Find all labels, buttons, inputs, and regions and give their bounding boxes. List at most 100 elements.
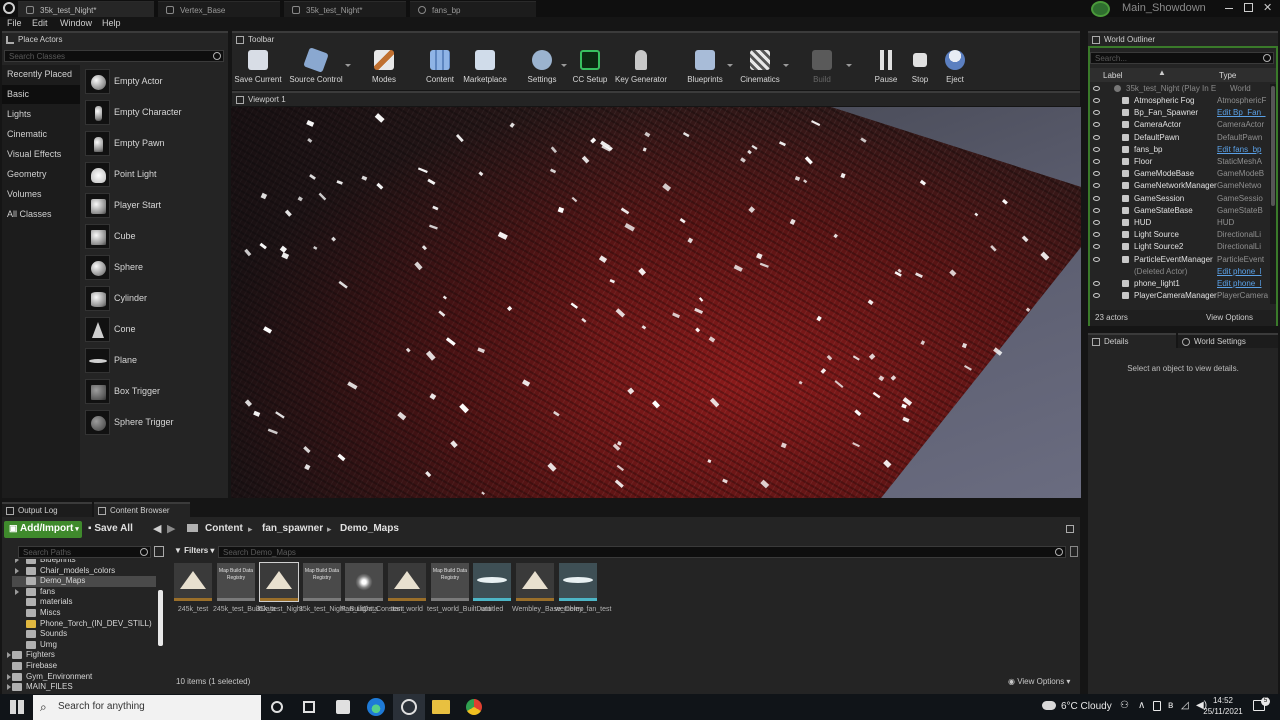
- path-tree-item[interactable]: Umg: [12, 640, 156, 651]
- outliner-row-edit-link[interactable]: Edit fans_bp: [1217, 145, 1269, 154]
- settings-button[interactable]: Settings: [524, 48, 560, 86]
- actor-cube[interactable]: Cube: [84, 222, 229, 251]
- tab-viewport[interactable]: Viewport 1: [232, 91, 1080, 106]
- pause-button[interactable]: Pause: [868, 48, 904, 86]
- eye-icon[interactable]: [1093, 195, 1100, 201]
- menu-file[interactable]: File: [7, 18, 22, 28]
- outliner-row[interactable]: Floor StaticMeshA: [1090, 156, 1274, 168]
- modes-button[interactable]: Modes: [364, 48, 404, 86]
- outliner-row-edit-link[interactable]: Edit phone_l: [1217, 279, 1269, 288]
- blueprints-button[interactable]: Blueprints: [684, 48, 726, 86]
- chrome-icon[interactable]: [466, 699, 482, 715]
- path-tree-item[interactable]: MAIN_FILES: [4, 682, 156, 691]
- outliner-view-options[interactable]: View Options: [1206, 313, 1253, 322]
- outliner-row[interactable]: Light Source2 DirectionalLi: [1090, 241, 1274, 253]
- path-tree-item[interactable]: Miscs: [12, 608, 156, 619]
- build-dropdown[interactable]: [846, 64, 852, 67]
- task-view-icon[interactable]: [303, 701, 315, 713]
- eye-icon[interactable]: [1093, 110, 1100, 116]
- doc-tab-vertex-base[interactable]: Vertex_Base: [158, 1, 280, 17]
- edge-icon[interactable]: [367, 698, 385, 716]
- back-arrow-icon[interactable]: ◀: [153, 522, 161, 535]
- tab-details[interactable]: Details: [1088, 333, 1176, 348]
- category-geometry[interactable]: Geometry: [2, 165, 80, 184]
- eye-icon[interactable]: [1093, 86, 1100, 91]
- outliner-row-edit-link[interactable]: Edit phone_l: [1217, 267, 1269, 276]
- stop-button[interactable]: Stop: [902, 48, 938, 86]
- doc-tab-fans-bp[interactable]: fans_bp: [410, 1, 536, 17]
- content-button[interactable]: Content: [420, 48, 460, 86]
- outliner-search-input[interactable]: Search...: [1090, 52, 1274, 64]
- actor-player-start[interactable]: Player Start: [84, 191, 229, 220]
- network-icon[interactable]: ◿: [1181, 700, 1189, 711]
- expand-arrow-icon[interactable]: [7, 673, 11, 680]
- marketplace-button[interactable]: Marketplace: [462, 48, 508, 86]
- path-tree-item[interactable]: fans: [12, 587, 156, 598]
- filters-button[interactable]: ▼ Filters ▾: [174, 546, 214, 555]
- actor-cone[interactable]: Cone: [84, 315, 229, 344]
- eye-icon[interactable]: [1093, 122, 1100, 128]
- actor-empty-character[interactable]: Empty Character: [84, 98, 229, 127]
- outliner-row[interactable]: HUD HUD: [1090, 217, 1274, 229]
- outliner-row[interactable]: PlayerCameraManager PlayerCamera: [1090, 290, 1274, 302]
- minimize-button[interactable]: [1225, 8, 1233, 9]
- path-tree-item[interactable]: Demo_Maps: [12, 576, 156, 588]
- eject-button[interactable]: Eject: [937, 48, 973, 86]
- expand-arrow-icon[interactable]: [7, 684, 11, 691]
- tab-place-actors[interactable]: Place Actors: [2, 31, 228, 46]
- eye-icon[interactable]: [1093, 171, 1100, 177]
- assets-scrollbar[interactable]: [1070, 546, 1078, 557]
- actor-empty-pawn[interactable]: Empty Pawn: [84, 129, 229, 158]
- tray-sync-icon[interactable]: [1153, 701, 1161, 711]
- outliner-row[interactable]: ParticleEventManager ParticleEvent: [1090, 254, 1274, 266]
- eye-icon[interactable]: [1093, 98, 1100, 103]
- actor-empty-actor[interactable]: Empty Actor: [84, 67, 229, 96]
- outliner-row[interactable]: Atmospheric Fog AtmosphericF: [1090, 95, 1274, 107]
- outliner-row[interactable]: phone_light1 Edit phone_l: [1090, 278, 1274, 290]
- outliner-row[interactable]: Light Source DirectionalLi: [1090, 229, 1274, 241]
- source-control-dropdown[interactable]: [345, 64, 351, 67]
- source-control-button[interactable]: Source Control: [286, 47, 346, 86]
- category-lights[interactable]: Lights: [2, 105, 80, 124]
- expand-arrow-icon[interactable]: [15, 567, 19, 574]
- category-volumes[interactable]: Volumes: [2, 185, 80, 204]
- path-tree-item[interactable]: Fighters: [4, 650, 156, 661]
- tree-scrollbar[interactable]: [158, 590, 163, 646]
- actor-point-light[interactable]: Point Light: [84, 160, 229, 189]
- col-label[interactable]: Label: [1103, 71, 1123, 80]
- path-tree-item[interactable]: Chair_models_colors: [12, 566, 156, 577]
- unreal-taskbar-button[interactable]: [393, 694, 425, 720]
- clock-time[interactable]: 14:52: [1203, 696, 1243, 705]
- path-tree-item[interactable]: materials: [12, 597, 156, 608]
- tray-up-icon[interactable]: ∧: [1138, 700, 1145, 711]
- actor-box-trigger[interactable]: Box Trigger: [84, 377, 229, 406]
- col-type[interactable]: Type: [1219, 71, 1236, 80]
- key-generator-button[interactable]: Key Generator: [614, 48, 668, 86]
- eye-icon[interactable]: [1093, 207, 1100, 213]
- lock-icon[interactable]: [1066, 525, 1074, 533]
- doc-tab-35k-test-night[interactable]: 35k_test_Night*: [18, 1, 154, 17]
- taskbar-search-box[interactable]: ⌕ Search for anything: [33, 695, 261, 720]
- tab-content-browser[interactable]: Content Browser: [94, 502, 190, 517]
- doc-tab-35k-test-night-2[interactable]: 35k_test_Night*: [284, 1, 406, 17]
- tab-toolbar[interactable]: Toolbar: [232, 31, 1080, 46]
- path-tree-item[interactable]: Sounds: [12, 629, 156, 640]
- expand-arrow-icon[interactable]: [15, 588, 19, 595]
- file-explorer-icon[interactable]: [432, 700, 450, 714]
- expand-arrow-icon[interactable]: [15, 559, 19, 563]
- cinematics-button[interactable]: Cinematics: [738, 48, 782, 86]
- settings-dropdown[interactable]: [561, 64, 567, 67]
- search-paths-input[interactable]: Search Paths: [18, 546, 151, 558]
- eye-icon[interactable]: [1093, 220, 1100, 225]
- save-current-button[interactable]: Save Current: [232, 48, 284, 86]
- eye-icon[interactable]: [1093, 244, 1100, 250]
- close-button[interactable]: ✕: [1263, 1, 1272, 14]
- tab-world-settings[interactable]: World Settings: [1178, 333, 1278, 348]
- category-basic[interactable]: Basic: [2, 85, 80, 104]
- breadcrumb-fan-spawner[interactable]: fan_spawner: [262, 523, 323, 534]
- actor-sphere[interactable]: Sphere: [84, 253, 229, 282]
- maximize-button[interactable]: [1244, 3, 1253, 12]
- viewport-canvas[interactable]: [231, 107, 1081, 498]
- cc-setup-button[interactable]: CC Setup: [572, 48, 608, 86]
- eye-icon[interactable]: [1093, 159, 1100, 164]
